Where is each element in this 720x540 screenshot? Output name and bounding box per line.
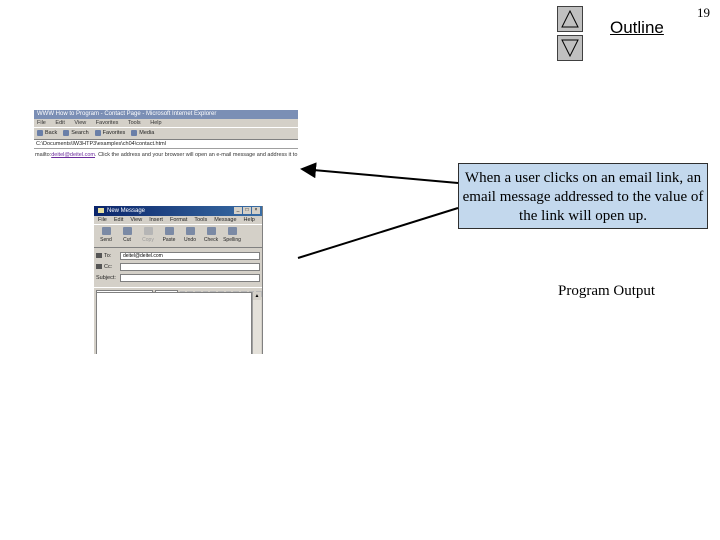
- arrow-to-email: [297, 207, 459, 259]
- callout-arrows: [297, 162, 459, 259]
- arrow-to-browser: [300, 162, 459, 184]
